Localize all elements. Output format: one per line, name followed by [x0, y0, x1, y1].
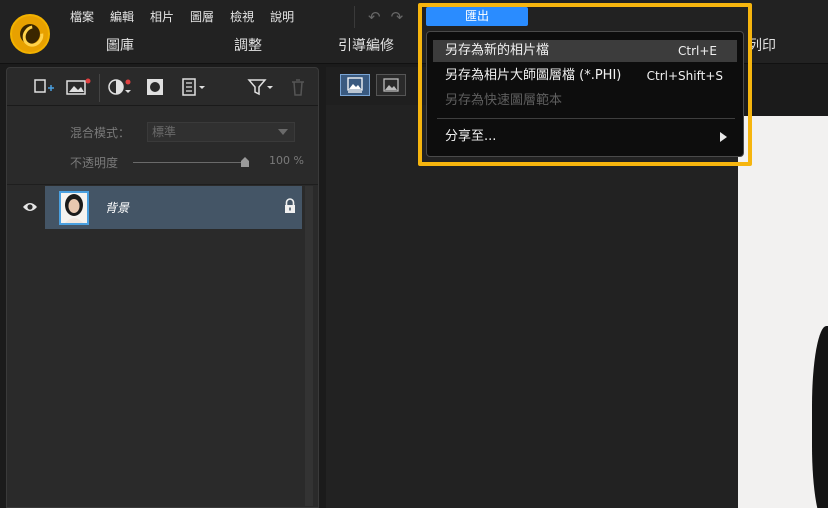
layer-properties-icon[interactable]	[181, 78, 207, 96]
menu-separator	[437, 118, 735, 119]
tab-print[interactable]: 列印	[748, 32, 776, 60]
submenu-arrow-icon	[720, 132, 727, 142]
menu-item-label: 分享至...	[445, 129, 497, 144]
layer-mask-icon[interactable]	[145, 78, 165, 96]
export-button[interactable]: 匯出	[426, 7, 528, 26]
chevron-down-icon	[278, 129, 288, 135]
lock-icon[interactable]	[283, 198, 297, 214]
layer-thumbnail	[59, 191, 89, 225]
layers-scrollbar[interactable]	[305, 186, 313, 506]
blend-mode-select[interactable]: 標準	[147, 122, 295, 142]
tab-library[interactable]: 圖庫	[60, 32, 180, 60]
eye-icon[interactable]	[22, 201, 38, 213]
visibility-toggle[interactable]	[13, 186, 45, 229]
menu-photo[interactable]: 相片	[142, 6, 182, 28]
layer-name: 背景	[105, 201, 130, 215]
undo-redo-group: ↶ ↷	[354, 6, 408, 28]
menu-item-save-as-quick-layer-template: 另存為快速圖層範本	[433, 90, 737, 112]
image-view-icon	[383, 78, 399, 92]
layer-row[interactable]: 背景	[13, 186, 302, 229]
app-logo-icon	[10, 14, 50, 54]
single-view-icon	[347, 77, 363, 93]
menu-item-label: 另存為快速圖層範本	[445, 93, 563, 108]
menu-item-share-to[interactable]: 分享至...	[433, 126, 737, 148]
photo-subject	[812, 326, 828, 508]
menu-item-label: 另存為相片大師圖層檔 (*.PHI)	[445, 68, 622, 83]
menu-help[interactable]: 說明	[262, 6, 302, 28]
compare-view-button[interactable]	[376, 74, 406, 96]
opacity-label: 不透明度	[70, 156, 119, 170]
menu-view[interactable]: 檢視	[222, 6, 262, 28]
tab-adjust[interactable]: 調整	[180, 32, 316, 60]
panel-divider	[7, 184, 318, 185]
menu-item-save-as-new-photo[interactable]: 另存為新的相片檔 Ctrl+E	[433, 40, 737, 62]
menu-item-save-as-phi[interactable]: 另存為相片大師圖層檔 (*.PHI) Ctrl+Shift+S	[433, 65, 737, 87]
menu-bar: 檔案 編輯 相片 圖層 檢視 說明	[62, 6, 302, 28]
menu-edit[interactable]: 編輯	[102, 6, 142, 28]
photo-preview[interactable]	[738, 116, 828, 508]
tab-guided-edit[interactable]: 引導編修	[316, 32, 416, 60]
delete-layer-icon[interactable]	[289, 78, 307, 96]
menu-layer[interactable]: 圖層	[182, 6, 222, 28]
menu-item-shortcut: Ctrl+E	[678, 44, 717, 58]
undo-icon[interactable]: ↶	[363, 8, 386, 26]
portrait-thumbnail-icon	[61, 193, 87, 223]
opacity-value: 100 %	[269, 154, 304, 167]
opacity-slider-handle[interactable]	[241, 157, 249, 167]
menu-file[interactable]: 檔案	[62, 6, 102, 28]
layers-panel: 混合模式： 標準 不透明度 100 % 背景	[6, 67, 319, 508]
export-menu: 另存為新的相片檔 Ctrl+E 另存為相片大師圖層檔 (*.PHI) Ctrl+…	[426, 31, 744, 157]
add-image-layer-icon[interactable]	[65, 78, 91, 96]
toolbar-divider	[99, 74, 100, 102]
blend-mode-value: 標準	[152, 125, 177, 139]
filter-icon[interactable]	[247, 78, 273, 96]
adjustment-layer-icon[interactable]	[107, 78, 133, 96]
main-tabs: 圖庫 調整 引導編修	[60, 32, 416, 60]
menu-item-shortcut: Ctrl+Shift+S	[646, 69, 723, 83]
redo-icon[interactable]: ↷	[386, 8, 409, 26]
menu-item-label: 另存為新的相片檔	[445, 43, 550, 58]
layers-toolbar	[7, 68, 318, 106]
opacity-slider[interactable]	[133, 162, 248, 163]
new-layer-icon[interactable]	[33, 78, 55, 96]
blend-mode-label: 混合模式：	[70, 126, 131, 140]
single-view-button[interactable]	[340, 74, 370, 96]
